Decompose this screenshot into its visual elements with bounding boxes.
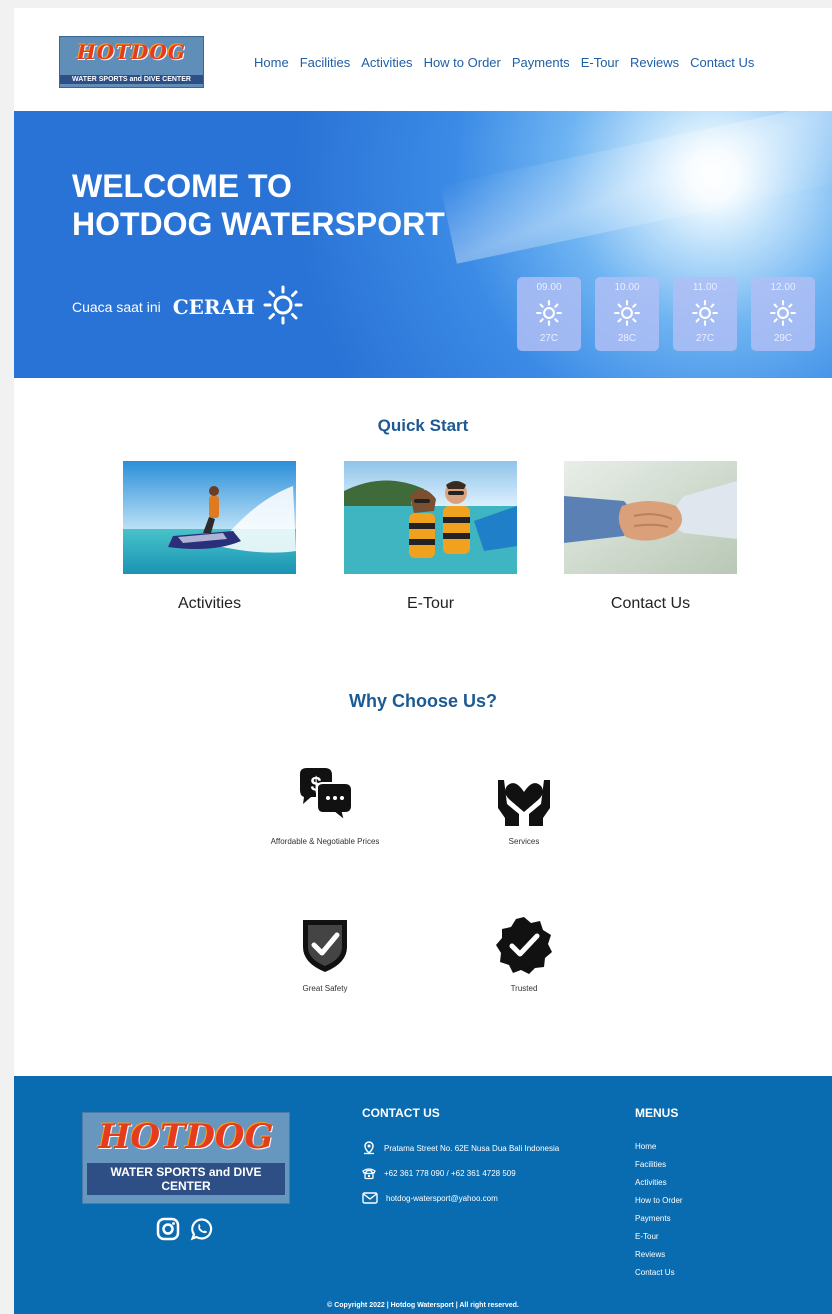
location-pin-icon: [362, 1140, 384, 1157]
mail-icon: [362, 1191, 386, 1206]
nav-e-tour[interactable]: E-Tour: [581, 55, 619, 70]
footer-logo-subtitle: WATER SPORTS and DIVE CENTER: [87, 1163, 285, 1195]
footer-menu-how-to-order[interactable]: How to Order: [635, 1192, 683, 1210]
footer-menu-reviews[interactable]: Reviews: [635, 1246, 683, 1264]
menus-heading: MENUS: [635, 1106, 679, 1120]
jetski-photo[interactable]: [123, 461, 296, 574]
site-logo[interactable]: HOTDOG WATER SPORTS and DIVE CENTER: [59, 36, 204, 88]
feature-label: Affordable & Negotiable Prices: [270, 837, 380, 846]
feature-label: Great Safety: [302, 984, 348, 993]
footer-menu-payments[interactable]: Payments: [635, 1210, 683, 1228]
site-header: HOTDOG WATER SPORTS and DIVE CENTER Home…: [14, 8, 832, 111]
forecast-card: 12.00 29C: [751, 277, 815, 351]
footer-menu-contact-us[interactable]: Contact Us: [635, 1264, 683, 1282]
footer-menu-home[interactable]: Home: [635, 1138, 683, 1156]
forecast-time: 11.00: [692, 282, 718, 293]
feature-label: Trusted: [510, 984, 538, 993]
nav-how-to-order[interactable]: How to Order: [424, 55, 501, 70]
page: HOTDOG WATER SPORTS and DIVE CENTER Home…: [14, 8, 832, 1314]
contact-email: hotdog-watersport@yahoo.com: [362, 1186, 559, 1211]
hourly-forecast: 09.00 27C 10.00 28C 11.00 27C 12.00 29C: [517, 277, 815, 351]
hero-banner: WELCOME TO HOTDOG WATERSPORT Cuaca saat …: [14, 111, 832, 378]
quick-start-label[interactable]: Contact Us: [564, 595, 737, 613]
nav-contact-us[interactable]: Contact Us: [690, 55, 754, 70]
forecast-time: 10.00: [614, 282, 640, 293]
couple-photo[interactable]: [344, 461, 517, 574]
feature-affordable-prices: $ Affordable & Negotiable Prices: [260, 766, 390, 847]
weather-value: CERAH: [172, 295, 255, 319]
quick-start-card-e-tour[interactable]: E-Tour: [344, 461, 517, 613]
forecast-temp: 28C: [617, 333, 637, 344]
feature-label: Services: [508, 837, 540, 846]
quick-start-card-activities[interactable]: Activities: [123, 461, 296, 613]
logo-subtitle: WATER SPORTS and DIVE CENTER: [60, 75, 203, 84]
sun-icon: [517, 293, 581, 333]
hero-title-line2: HOTDOG WATERSPORT: [72, 206, 445, 242]
feature-trusted: Trusted: [459, 913, 589, 994]
social-links: [156, 1217, 214, 1246]
footer-menu-e-tour[interactable]: E-Tour: [635, 1228, 683, 1246]
quick-start-title: Quick Start: [377, 416, 469, 435]
heart-hands-icon: [459, 766, 589, 828]
sun-icon: [751, 293, 815, 333]
instagram-icon[interactable]: [156, 1217, 180, 1246]
contact-list: Pratama Street No. 62E Nusa Dua Bali Ind…: [362, 1136, 559, 1211]
price-chat-icon: $: [260, 766, 390, 828]
contact-phone: +62 361 778 090 / +62 361 4728 509: [362, 1161, 559, 1186]
contact-us-heading: CONTACT US: [362, 1106, 440, 1120]
why-choose-us-title: Why Choose Us?: [348, 691, 497, 711]
forecast-temp: 27C: [695, 333, 715, 344]
hero-title-line1: WELCOME TO: [72, 168, 292, 204]
verified-badge-icon: [459, 913, 589, 975]
footer-menu: Home Facilities Activities How to Order …: [635, 1138, 683, 1282]
hero-title: WELCOME TO HOTDOG WATERSPORT: [72, 167, 445, 243]
shield-check-icon: [260, 913, 390, 975]
nav-home[interactable]: Home: [254, 55, 289, 70]
current-weather: Cuaca saat ini CERAH: [72, 285, 303, 329]
feature-services: Services: [459, 766, 589, 847]
quick-start-label[interactable]: E-Tour: [344, 595, 517, 613]
sun-icon: [263, 285, 303, 329]
main-nav: Home Facilities Activities How to Order …: [254, 55, 754, 70]
forecast-card: 09.00 27C: [517, 277, 581, 351]
nav-reviews[interactable]: Reviews: [630, 55, 679, 70]
forecast-temp: 27C: [539, 333, 559, 344]
sun-icon: [595, 293, 659, 333]
nav-facilities[interactable]: Facilities: [300, 55, 351, 70]
quick-start-card-contact-us[interactable]: Contact Us: [564, 461, 737, 613]
copyright-text: © Copyright 2022 | Hotdog Watersport | A…: [327, 1302, 519, 1309]
phone-icon: [362, 1166, 384, 1182]
forecast-temp: 29C: [773, 333, 793, 344]
forecast-card: 10.00 28C: [595, 277, 659, 351]
contact-address: Pratama Street No. 62E Nusa Dua Bali Ind…: [362, 1136, 559, 1161]
footer-logo-brand: HOTDOG: [98, 1117, 274, 1157]
phone-text[interactable]: +62 361 778 090 / +62 361 4728 509: [384, 1169, 516, 1178]
footer-menu-facilities[interactable]: Facilities: [635, 1156, 683, 1174]
nav-activities[interactable]: Activities: [361, 55, 412, 70]
forecast-time: 09.00: [536, 282, 562, 293]
nav-payments[interactable]: Payments: [512, 55, 570, 70]
sun-icon: [673, 293, 737, 333]
site-footer: HOTDOG WATER SPORTS and DIVE CENTER CONT…: [14, 1076, 832, 1314]
address-text: Pratama Street No. 62E Nusa Dua Bali Ind…: [384, 1144, 560, 1153]
logo-brand: HOTDOG: [76, 40, 187, 64]
handshake-photo[interactable]: [564, 461, 737, 574]
weather-label: Cuaca saat ini: [72, 299, 161, 315]
feature-great-safety: Great Safety: [260, 913, 390, 994]
footer-logo[interactable]: HOTDOG WATER SPORTS and DIVE CENTER: [82, 1112, 290, 1204]
sunlight-streak: [440, 111, 832, 264]
forecast-time: 12.00: [770, 282, 796, 293]
whatsapp-icon[interactable]: [190, 1217, 214, 1246]
footer-menu-activities[interactable]: Activities: [635, 1174, 683, 1192]
forecast-card: 11.00 27C: [673, 277, 737, 351]
quick-start-label[interactable]: Activities: [123, 595, 296, 613]
email-text[interactable]: hotdog-watersport@yahoo.com: [386, 1194, 498, 1203]
